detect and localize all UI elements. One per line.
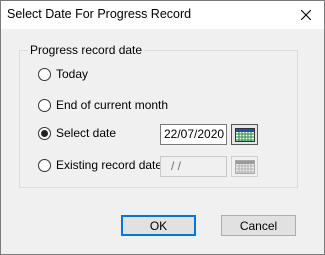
close-icon <box>301 10 311 20</box>
radio-circle[interactable] <box>38 98 51 112</box>
title-bar[interactable]: Select Date For Progress Record <box>1 1 324 29</box>
calendar-button-disabled[interactable] <box>231 156 258 177</box>
radio-label: Existing record date <box>56 158 163 172</box>
cancel-button[interactable]: Cancel <box>221 215 296 236</box>
calendar-icon <box>234 159 255 174</box>
radio-circle[interactable] <box>38 67 51 81</box>
ok-button[interactable]: OK <box>121 215 196 236</box>
radio-label: End of current month <box>56 98 169 112</box>
select-date-field[interactable]: 22/07/2020 <box>160 124 227 145</box>
radio-label: Select date <box>56 126 117 140</box>
radio-end-of-month[interactable]: End of current month <box>38 97 168 113</box>
close-button[interactable] <box>288 1 324 29</box>
calendar-icon <box>234 127 255 142</box>
radio-circle-selected[interactable] <box>38 126 51 140</box>
radio-select-date[interactable]: Select date <box>38 125 116 141</box>
radio-today[interactable]: Today <box>38 66 88 82</box>
group-legend: Progress record date <box>28 43 145 57</box>
window-title: Select Date For Progress Record <box>7 7 192 21</box>
radio-label: Today <box>56 67 89 81</box>
radio-existing-record-date[interactable]: Existing record date <box>38 157 162 173</box>
existing-date-field[interactable]: / / <box>160 156 227 177</box>
calendar-button[interactable] <box>231 124 258 145</box>
radio-circle[interactable] <box>38 158 51 172</box>
